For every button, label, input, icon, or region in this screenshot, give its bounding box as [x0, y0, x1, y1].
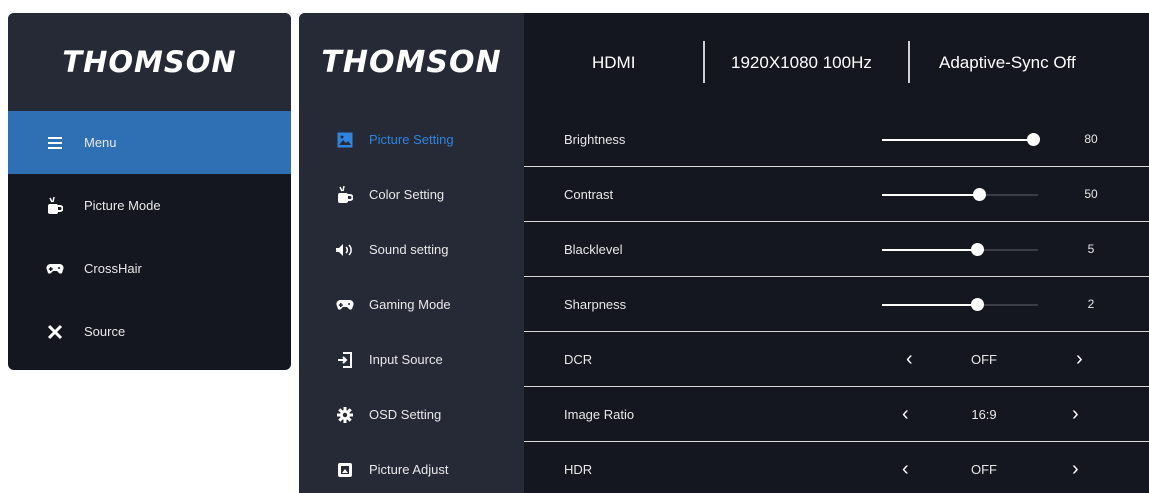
settings-list: Brightness 80 Contrast 50 Blacklevel 5 S… — [524, 112, 1149, 493]
slider-knob[interactable] — [973, 188, 986, 201]
quick-menu-header: THOMSON — [8, 13, 291, 111]
quick-menu-panel: THOMSON Menu Picture Mode CrossHair Sour… — [8, 13, 291, 370]
quick-item-label: Source — [84, 324, 126, 339]
contrast-slider[interactable] — [882, 188, 1038, 201]
setting-row-dcr[interactable]: DCR ‹ OFF › — [524, 332, 1149, 387]
picture-icon — [335, 131, 355, 149]
sharpness-slider[interactable] — [882, 298, 1038, 311]
nav-item-label: Input Source — [369, 352, 443, 367]
quick-item-label: Picture Mode — [84, 198, 161, 213]
slider-knob[interactable] — [971, 243, 984, 256]
setting-value: 5 — [1087, 242, 1095, 256]
menu-icon — [44, 134, 66, 152]
nav-item-input-source[interactable]: Input Source — [299, 332, 524, 387]
input-status: HDMI — [592, 52, 636, 72]
gamepad-icon — [44, 260, 66, 278]
nav-item-label: Sound setting — [369, 242, 449, 257]
gamepad-icon — [335, 296, 355, 314]
resolution-status: 1920X1080 100Hz — [731, 52, 872, 72]
nav-item-color-setting[interactable]: Color Setting — [299, 167, 524, 222]
speaker-icon — [335, 241, 355, 259]
quick-item-crosshair[interactable]: CrossHair — [8, 237, 291, 300]
nav-item-label: OSD Setting — [369, 407, 442, 422]
setting-label: Brightness — [564, 131, 626, 147]
slider-fill — [882, 194, 979, 196]
status-divider — [908, 41, 910, 83]
nav-item-gaming-mode[interactable]: Gaming Mode — [299, 277, 524, 332]
setting-value: OFF — [971, 351, 997, 367]
side-nav: Picture Setting Color Setting Sound sett… — [299, 112, 524, 493]
cup-icon — [44, 196, 66, 215]
adaptive-sync-status: Adaptive-Sync Off — [939, 52, 1076, 72]
nav-item-picture-adjust[interactable]: Picture Adjust — [299, 442, 524, 493]
cup-icon — [335, 185, 355, 204]
setting-row-sharpness[interactable]: Sharpness 2 — [524, 277, 1149, 332]
setting-row-image-ratio[interactable]: Image Ratio ‹ 16:9 › — [524, 387, 1149, 442]
adjust-icon — [335, 461, 355, 479]
setting-row-contrast[interactable]: Contrast 50 — [524, 167, 1149, 222]
slider-fill — [882, 249, 977, 251]
setting-label: HDR — [564, 461, 593, 477]
blacklevel-slider[interactable] — [882, 243, 1038, 256]
setting-label: Image Ratio — [564, 406, 635, 422]
setting-value: 50 — [1084, 187, 1098, 201]
osd-main-panel: THOMSON HDMI 1920X1080 100Hz Adaptive-Sy… — [299, 13, 1149, 493]
status-bar: THOMSON HDMI 1920X1080 100Hz Adaptive-Sy… — [299, 13, 1149, 112]
slider-knob[interactable] — [971, 298, 984, 311]
quick-item-menu[interactable]: Menu — [8, 111, 291, 174]
setting-value: 80 — [1084, 132, 1098, 146]
setting-row-blacklevel[interactable]: Blacklevel 5 — [524, 222, 1149, 277]
brand-logo: THOMSON — [321, 45, 502, 80]
arrow-left-icon[interactable]: ‹ — [902, 442, 909, 493]
quick-item-source[interactable]: Source — [8, 300, 291, 363]
quick-item-picture-mode[interactable]: Picture Mode — [8, 174, 291, 237]
osd-brand: THOMSON — [299, 13, 524, 112]
setting-label: Contrast — [564, 186, 614, 202]
arrow-right-icon[interactable]: › — [1072, 387, 1079, 441]
nav-item-label: Color Setting — [369, 187, 445, 202]
setting-label: Blacklevel — [564, 241, 623, 257]
setting-label: Sharpness — [564, 296, 627, 312]
nav-item-picture-setting[interactable]: Picture Setting — [299, 112, 524, 167]
setting-row-hdr[interactable]: HDR ‹ OFF › — [524, 442, 1149, 493]
slider-fill — [882, 304, 977, 306]
quick-item-label: Menu — [84, 135, 117, 150]
slider-knob[interactable] — [1027, 133, 1040, 146]
status-divider — [703, 41, 705, 83]
setting-value: 2 — [1087, 297, 1095, 311]
source-icon — [44, 323, 66, 341]
setting-value: OFF — [971, 461, 997, 477]
arrow-left-icon[interactable]: ‹ — [906, 332, 913, 386]
nav-item-label: Gaming Mode — [369, 297, 451, 312]
setting-row-brightness[interactable]: Brightness 80 — [524, 112, 1149, 167]
setting-value: 16:9 — [971, 406, 997, 422]
gear-icon — [335, 406, 355, 424]
brand-logo: THOMSON — [62, 45, 237, 79]
nav-item-label: Picture Setting — [369, 132, 454, 147]
arrow-left-icon[interactable]: ‹ — [902, 387, 909, 441]
brightness-slider[interactable] — [882, 133, 1040, 146]
slider-fill — [882, 139, 1033, 141]
quick-item-label: CrossHair — [84, 261, 142, 276]
input-icon — [335, 351, 355, 369]
setting-label: DCR — [564, 351, 593, 367]
nav-item-sound-setting[interactable]: Sound setting — [299, 222, 524, 277]
nav-item-label: Picture Adjust — [369, 462, 449, 477]
arrow-right-icon[interactable]: › — [1072, 442, 1079, 493]
arrow-right-icon[interactable]: › — [1076, 332, 1083, 386]
nav-item-osd-setting[interactable]: OSD Setting — [299, 387, 524, 442]
